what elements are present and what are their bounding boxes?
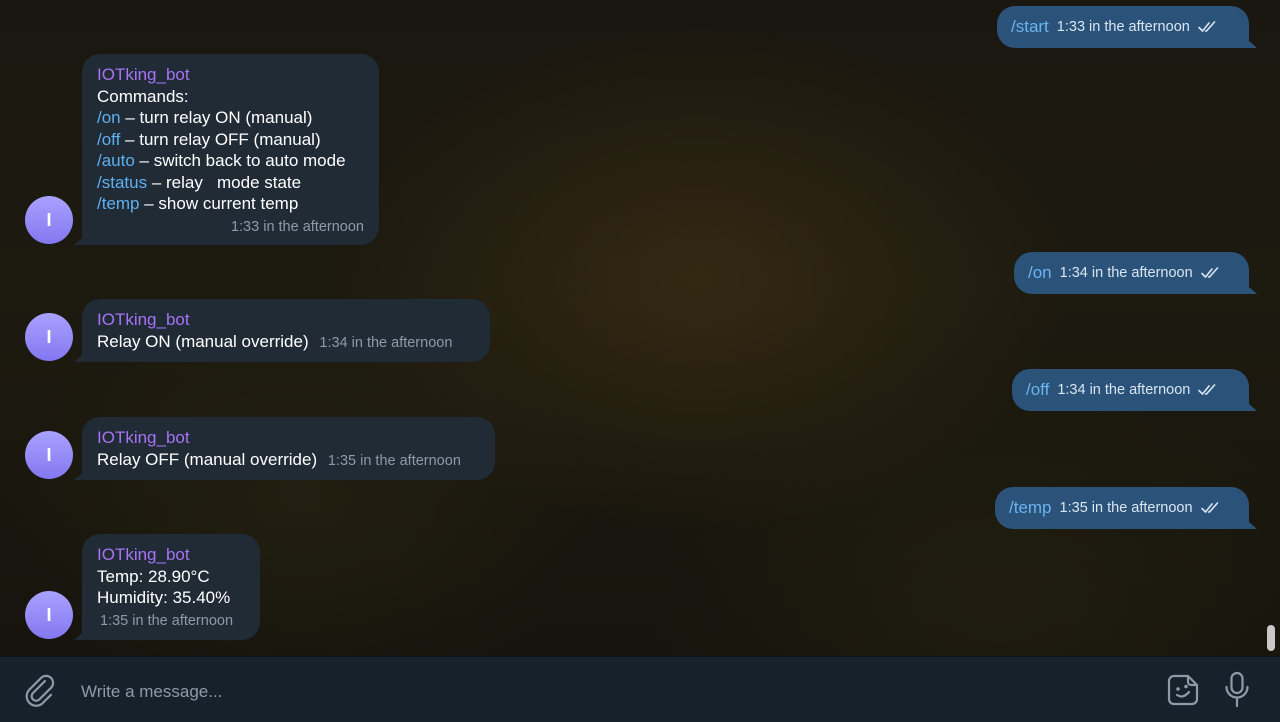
command-link[interactable]: /temp bbox=[97, 194, 140, 213]
message-time: 1:35 in the afternoon bbox=[1059, 500, 1193, 516]
help-line: /off – turn relay OFF (manual) bbox=[97, 129, 364, 151]
message-body: Relay OFF (manual override) 1:35 in the … bbox=[97, 449, 480, 473]
paperclip-icon[interactable] bbox=[24, 673, 56, 707]
bot-avatar[interactable]: I bbox=[25, 313, 73, 361]
incoming-message-relay-off[interactable]: IOTking_bot Relay OFF (manual override) … bbox=[82, 417, 495, 480]
outgoing-message-on[interactable]: /on 1:34 in the afternoon bbox=[1014, 252, 1249, 294]
command-description: – turn relay OFF (manual) bbox=[120, 129, 321, 149]
command-description: – turn relay ON (manual) bbox=[120, 108, 313, 127]
message-time: 1:34 in the afternoon bbox=[1057, 382, 1191, 398]
help-line: /auto – switch back to auto mode bbox=[97, 150, 364, 172]
command-link[interactable]: /off bbox=[97, 130, 120, 149]
command-description: – show current temp bbox=[139, 194, 299, 213]
message-text: Relay OFF (manual override) bbox=[97, 449, 318, 469]
message-time: 1:33 in the afternoon bbox=[230, 218, 364, 235]
message-body: Relay ON (manual override) 1:34 in the a… bbox=[97, 331, 475, 355]
message-composer bbox=[0, 656, 1280, 722]
sender-name[interactable]: IOTking_bot bbox=[97, 427, 480, 449]
chat-history: /start 1:33 in the afternoon I IOTking_b… bbox=[0, 0, 1280, 656]
command-link[interactable]: /auto bbox=[97, 151, 135, 170]
command-link[interactable]: /status bbox=[97, 173, 147, 192]
sender-name[interactable]: IOTking_bot bbox=[97, 64, 364, 86]
incoming-message-relay-on[interactable]: IOTking_bot Relay ON (manual override) 1… bbox=[82, 299, 490, 362]
temp-line: Temp: 28.90°C bbox=[97, 566, 210, 586]
command-link[interactable]: /on bbox=[97, 108, 121, 127]
microphone-icon[interactable] bbox=[1224, 671, 1250, 709]
message-time: 1:35 in the afternoon bbox=[327, 452, 461, 469]
message-text[interactable]: /start bbox=[1011, 17, 1049, 37]
message-time: 1:34 in the afternoon bbox=[1059, 265, 1193, 281]
message-time: 1:35 in the afternoon bbox=[100, 612, 234, 629]
incoming-message-help[interactable]: IOTking_bot Commands: /on – turn relay O… bbox=[82, 54, 379, 245]
humidity-line: Humidity: 35.40% bbox=[97, 588, 231, 607]
message-text[interactable]: /temp bbox=[1009, 498, 1052, 518]
bot-avatar[interactable]: I bbox=[25, 431, 73, 479]
command-description: – switch back to auto mode bbox=[134, 151, 346, 170]
double-check-icon bbox=[1198, 384, 1216, 395]
outgoing-message-temp[interactable]: /temp 1:35 in the afternoon bbox=[995, 487, 1249, 529]
incoming-message-temp[interactable]: IOTking_bot Temp: 28.90°C Humidity: 35.4… bbox=[82, 534, 260, 640]
help-title: Commands: bbox=[97, 86, 189, 106]
message-text[interactable]: /off bbox=[1026, 380, 1049, 400]
double-check-icon bbox=[1200, 267, 1218, 278]
sender-name[interactable]: IOTking_bot bbox=[97, 544, 245, 566]
bot-avatar[interactable]: I bbox=[25, 196, 73, 244]
double-check-icon bbox=[1200, 502, 1218, 513]
command-description: – relay mode state bbox=[147, 172, 302, 192]
outgoing-message-start[interactable]: /start 1:33 in the afternoon bbox=[997, 6, 1249, 48]
sender-name[interactable]: IOTking_bot bbox=[97, 309, 475, 331]
scrollbar-thumb[interactable] bbox=[1267, 625, 1275, 651]
message-text[interactable]: /on bbox=[1028, 263, 1052, 283]
message-time: 1:34 in the afternoon bbox=[319, 334, 453, 351]
message-text: Relay ON (manual override) bbox=[97, 331, 309, 351]
message-time: 1:33 in the afternoon bbox=[1056, 19, 1190, 35]
outgoing-message-off[interactable]: /off 1:34 in the afternoon bbox=[1012, 369, 1249, 411]
sticker-emoji-icon[interactable] bbox=[1166, 673, 1200, 707]
help-line: /temp – show current temp bbox=[97, 193, 364, 215]
bot-avatar[interactable]: I bbox=[25, 591, 73, 639]
help-line: /status – relay mode state bbox=[97, 172, 364, 194]
double-check-icon bbox=[1198, 21, 1216, 32]
message-input[interactable] bbox=[79, 678, 1143, 706]
help-line: /on – turn relay ON (manual) bbox=[97, 107, 364, 129]
